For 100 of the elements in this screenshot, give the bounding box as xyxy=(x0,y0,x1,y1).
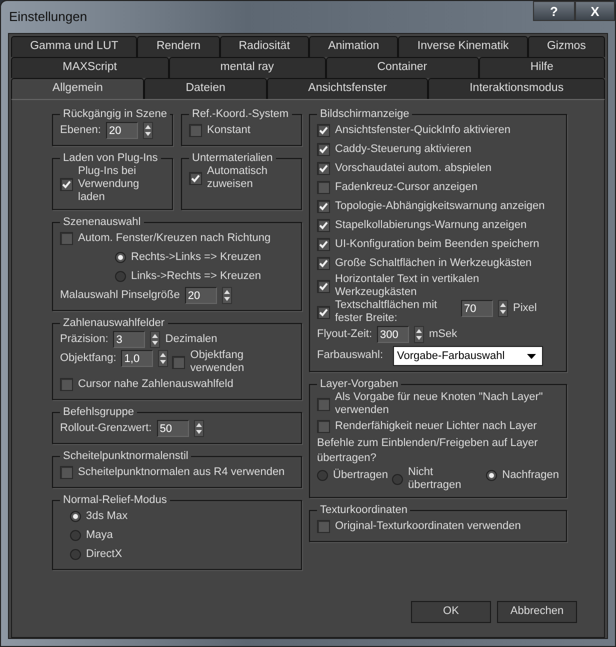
checkbox[interactable] xyxy=(317,238,330,251)
group-title: Szenenauswahl xyxy=(62,216,142,229)
checkbox-label: Plug-Ins bei Verwendung laden xyxy=(78,165,140,204)
checkbox[interactable] xyxy=(189,124,202,137)
number-field[interactable]: 300 xyxy=(377,326,410,343)
checkbox[interactable] xyxy=(317,219,330,232)
tab[interactable]: Gizmos xyxy=(528,36,606,57)
close-button[interactable]: X xyxy=(575,1,615,21)
checkbox-label: Cursor nahe Zahlenauswahlfeld xyxy=(78,378,234,391)
group-title: Rückgängig in Szene xyxy=(62,108,168,121)
checkbox-label: UI-Konfiguration beim Beenden speichern xyxy=(335,238,540,251)
checkbox[interactable] xyxy=(172,356,186,368)
unit-label: mSek xyxy=(429,328,458,341)
tab[interactable]: Interaktionsmodus xyxy=(428,78,605,99)
radio-button[interactable] xyxy=(70,511,81,522)
checkbox-label: Horizontaler Text in vertikalen Werkzeugkästen xyxy=(335,273,480,299)
help-button[interactable]: ? xyxy=(533,1,575,21)
radio-label: Nachfragen xyxy=(502,469,559,482)
checkbox-label: Caddy-Steuerung aktivieren xyxy=(335,143,472,156)
radio-button[interactable] xyxy=(115,252,126,263)
tab[interactable]: Radiosität xyxy=(220,36,309,57)
spinner-arrows[interactable] xyxy=(158,350,168,367)
checkbox-label: Automatisch zuweisen xyxy=(207,165,269,191)
spinner-arrows[interactable] xyxy=(142,122,153,139)
checkbox[interactable] xyxy=(317,398,330,410)
tab[interactable]: Allgemein xyxy=(11,78,144,99)
checkbox[interactable] xyxy=(317,420,330,433)
checkbox[interactable] xyxy=(60,466,73,479)
dialog-button[interactable]: OK xyxy=(411,601,491,623)
tab[interactable]: Hilfe xyxy=(478,57,606,78)
radio-button[interactable] xyxy=(317,470,328,481)
checkbox-label: Vorschaudatei autom. abspielen xyxy=(335,162,492,175)
checkbox[interactable] xyxy=(60,232,73,245)
spinner-label: Objektfang: xyxy=(60,352,116,365)
group-text: Befehle zum Einblenden/Freigeben auf Layer übertragen? xyxy=(317,436,539,466)
tab[interactable]: Gamma und LUT xyxy=(11,36,138,57)
tab[interactable]: Ansichtsfenster xyxy=(266,78,428,99)
number-field[interactable]: 1,0 xyxy=(121,350,154,367)
tab[interactable]: Animation xyxy=(308,36,398,57)
checkbox[interactable] xyxy=(60,378,73,391)
spinner-arrows[interactable] xyxy=(498,300,508,317)
checkbox-label: Original-Texturkoordinaten verwenden xyxy=(335,520,521,533)
radio-label: DirectX xyxy=(86,548,122,561)
tab[interactable]: Inverse Kinematik xyxy=(398,36,528,57)
tab[interactable]: MAXScript xyxy=(11,57,169,78)
checkbox[interactable] xyxy=(317,280,330,292)
checkbox[interactable] xyxy=(317,124,330,137)
dropdown[interactable]: Vorgabe-Farbauswahl xyxy=(393,346,544,366)
group-title: Bildschirmanzeige xyxy=(319,108,410,121)
tab[interactable]: Container xyxy=(326,57,479,78)
number-field[interactable]: 50 xyxy=(156,420,189,437)
group-title: Befehlsgruppe xyxy=(62,406,135,419)
tab[interactable]: Rendern xyxy=(137,36,220,57)
radio-button[interactable] xyxy=(70,549,81,560)
spinner-label: Ebenen: xyxy=(60,124,101,137)
unit-label: Dezimalen xyxy=(165,333,218,346)
checkbox-label: Scheitelpunktnormalen aus R4 verwenden xyxy=(78,466,285,479)
tab[interactable]: Dateien xyxy=(144,78,267,99)
group-title: Ref.-Koord.-System xyxy=(191,108,290,121)
checkbox[interactable] xyxy=(317,200,330,213)
radio-label: Rechts->Links => Kreuzen xyxy=(131,251,261,264)
spinner-label: Präzision: xyxy=(60,333,108,346)
unit-label: Pixel xyxy=(513,302,537,315)
radio-label: 3ds Max xyxy=(86,510,128,523)
spinner-arrows[interactable] xyxy=(150,331,160,348)
radio-button[interactable] xyxy=(70,530,81,541)
checkbox-label: Textschaltflächen mit fester Breite: xyxy=(335,299,438,325)
checkbox[interactable] xyxy=(60,178,73,191)
number-field[interactable]: 20 xyxy=(106,122,138,139)
dialog-button[interactable]: Abbrechen xyxy=(497,601,577,623)
radio-label: Nicht übertragen xyxy=(408,466,462,492)
checkbox[interactable] xyxy=(317,143,330,156)
group-title: Untermaterialien xyxy=(191,152,274,165)
tab[interactable]: mental ray xyxy=(168,57,326,78)
radio-button[interactable] xyxy=(486,470,498,481)
group-title: Layer-Vorgaben xyxy=(319,378,400,391)
checkbox-label: Fadenkreuz-Cursor anzeigen xyxy=(335,181,478,194)
radio-button[interactable] xyxy=(115,271,126,282)
radio-label: Links->Rechts => Kreuzen xyxy=(131,270,261,283)
spinner-arrows[interactable] xyxy=(414,326,424,343)
checkbox-label: Ansichtsfenster-QuickInfo aktivieren xyxy=(335,124,510,137)
spinner-arrows[interactable] xyxy=(222,287,232,304)
radio-button[interactable] xyxy=(392,474,404,484)
group-title: Texturkoordinaten xyxy=(319,504,408,517)
spinner-label: Rollout-Grenzwert: xyxy=(60,422,152,435)
group-title: Scheitelpunktnormalenstil xyxy=(62,450,190,463)
checkbox[interactable] xyxy=(317,181,330,194)
checkbox[interactable] xyxy=(317,162,330,175)
checkbox-label: Als Vorgabe für neue Knoten "Nach Layer" verwenden xyxy=(335,391,544,417)
spinner-label: Flyout-Zeit: xyxy=(317,328,372,341)
number-field[interactable]: 70 xyxy=(461,300,493,317)
checkbox-label: Topologie-Abhängigkeitswarnung anzeigen xyxy=(335,200,545,213)
number-field[interactable]: 20 xyxy=(184,287,217,304)
checkbox[interactable] xyxy=(317,257,330,270)
checkbox[interactable] xyxy=(189,172,202,184)
radio-label: Maya xyxy=(86,529,113,542)
number-field[interactable]: 3 xyxy=(113,331,146,348)
checkbox[interactable] xyxy=(317,520,330,533)
spinner-arrows[interactable] xyxy=(194,420,204,437)
checkbox[interactable] xyxy=(317,306,330,318)
